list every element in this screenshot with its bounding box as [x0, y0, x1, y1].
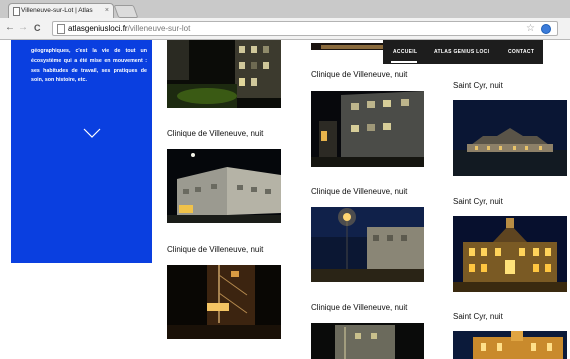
photo-clinique-5[interactable] — [311, 91, 424, 167]
extension-icon[interactable] — [541, 24, 551, 34]
photo-clinique-7[interactable] — [311, 323, 424, 359]
photo-saint-cyr-3[interactable] — [453, 331, 567, 359]
photo-clinique-3[interactable] — [167, 265, 281, 339]
photo-caption: Saint Cyr, nuit — [453, 312, 503, 321]
bookmark-star-icon[interactable]: ☆ — [526, 22, 535, 35]
page-favicon-icon — [13, 7, 20, 16]
photo-caption: Saint Cyr, nuit — [453, 197, 503, 206]
nav-item-contact[interactable]: CONTACT — [508, 49, 534, 55]
photo-clinique-6[interactable] — [311, 207, 424, 282]
photo-caption: Clinique de Villeneuve, nuit — [311, 70, 408, 79]
web-page: géographiques, c'est la vie de tout un é… — [0, 40, 570, 359]
chevron-down-icon[interactable] — [83, 128, 101, 138]
browser-tab[interactable]: Villeneuve-sur-Lot | Atlas × — [8, 3, 114, 18]
photo-caption: Clinique de Villeneuve, nuit — [167, 245, 264, 254]
browser-toolbar: ← → C atlasgeniusloci.fr/villeneuve-sur-… — [0, 18, 570, 40]
photo-clinique-2[interactable] — [167, 149, 281, 223]
page-icon — [57, 24, 65, 34]
photo-saint-cyr-2[interactable] — [453, 216, 567, 292]
photo-clinique-1[interactable] — [167, 40, 281, 108]
photo-caption: Clinique de Villeneuve, nuit — [311, 303, 408, 312]
url-host: atlasgeniusloci.fr — [68, 24, 128, 33]
intro-text: géographiques, c'est la vie de tout un é… — [31, 48, 147, 84]
address-bar[interactable]: atlasgeniusloci.fr/villeneuve-sur-lot ☆ — [52, 21, 558, 36]
active-nav-indicator — [391, 61, 417, 63]
tab-bar: Villeneuve-sur-Lot | Atlas × — [0, 0, 570, 19]
photo-caption: Saint Cyr, nuit — [453, 81, 503, 90]
photo-caption: Clinique de Villeneuve, nuit — [167, 129, 264, 138]
nav-item-accueil[interactable]: ACCUEIL — [393, 49, 417, 55]
main-navigation: ACCUEIL ATLAS GENIUS LOCI CONTACT — [383, 40, 543, 64]
photo-caption: Clinique de Villeneuve, nuit — [311, 187, 408, 196]
url-path: /villeneuve-sur-lot — [127, 24, 191, 33]
tab-title: Villeneuve-sur-Lot | Atlas — [21, 7, 93, 14]
photo-saint-cyr-1[interactable] — [453, 100, 567, 176]
forward-icon[interactable]: → — [18, 22, 28, 34]
nav-item-atlas-genius-loci[interactable]: ATLAS GENIUS LOCI — [434, 49, 489, 55]
new-tab-button[interactable] — [113, 5, 139, 18]
intro-panel: géographiques, c'est la vie de tout un é… — [11, 40, 152, 263]
tab-close-icon[interactable]: × — [105, 4, 109, 17]
back-icon[interactable]: ← — [5, 22, 15, 34]
reload-icon[interactable]: C — [34, 22, 41, 34]
